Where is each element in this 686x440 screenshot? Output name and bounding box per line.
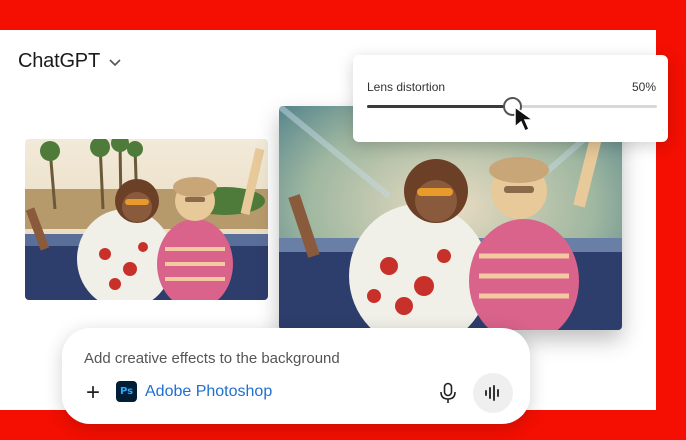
slider-value: 50% (631, 80, 656, 94)
slider-fill (367, 105, 512, 108)
prompt-input[interactable]: Add creative effects to the background (84, 350, 340, 367)
photoshop-icon: Ps (116, 381, 137, 402)
slider-label: Lens distortion (367, 80, 446, 94)
voice-mode-button[interactable] (473, 373, 513, 413)
mouse-pointer-icon (514, 105, 536, 133)
photoshop-app-chip[interactable]: Ps Adobe Photoshop (116, 381, 272, 402)
lens-distortion-control: Lens distortion 50% (353, 55, 668, 142)
chevron-down-icon (109, 58, 121, 66)
model-name: ChatGPT (18, 50, 100, 72)
model-selector[interactable]: ChatGPT (18, 50, 122, 73)
slider-track[interactable] (367, 97, 657, 116)
voice-mode-icon (485, 385, 499, 401)
plus-icon[interactable]: + (82, 381, 104, 405)
original-photo (25, 139, 268, 300)
app-label: Adobe Photoshop (145, 382, 273, 400)
microphone-icon[interactable] (438, 382, 458, 404)
prompt-composer[interactable]: Add creative effects to the background +… (62, 328, 530, 424)
